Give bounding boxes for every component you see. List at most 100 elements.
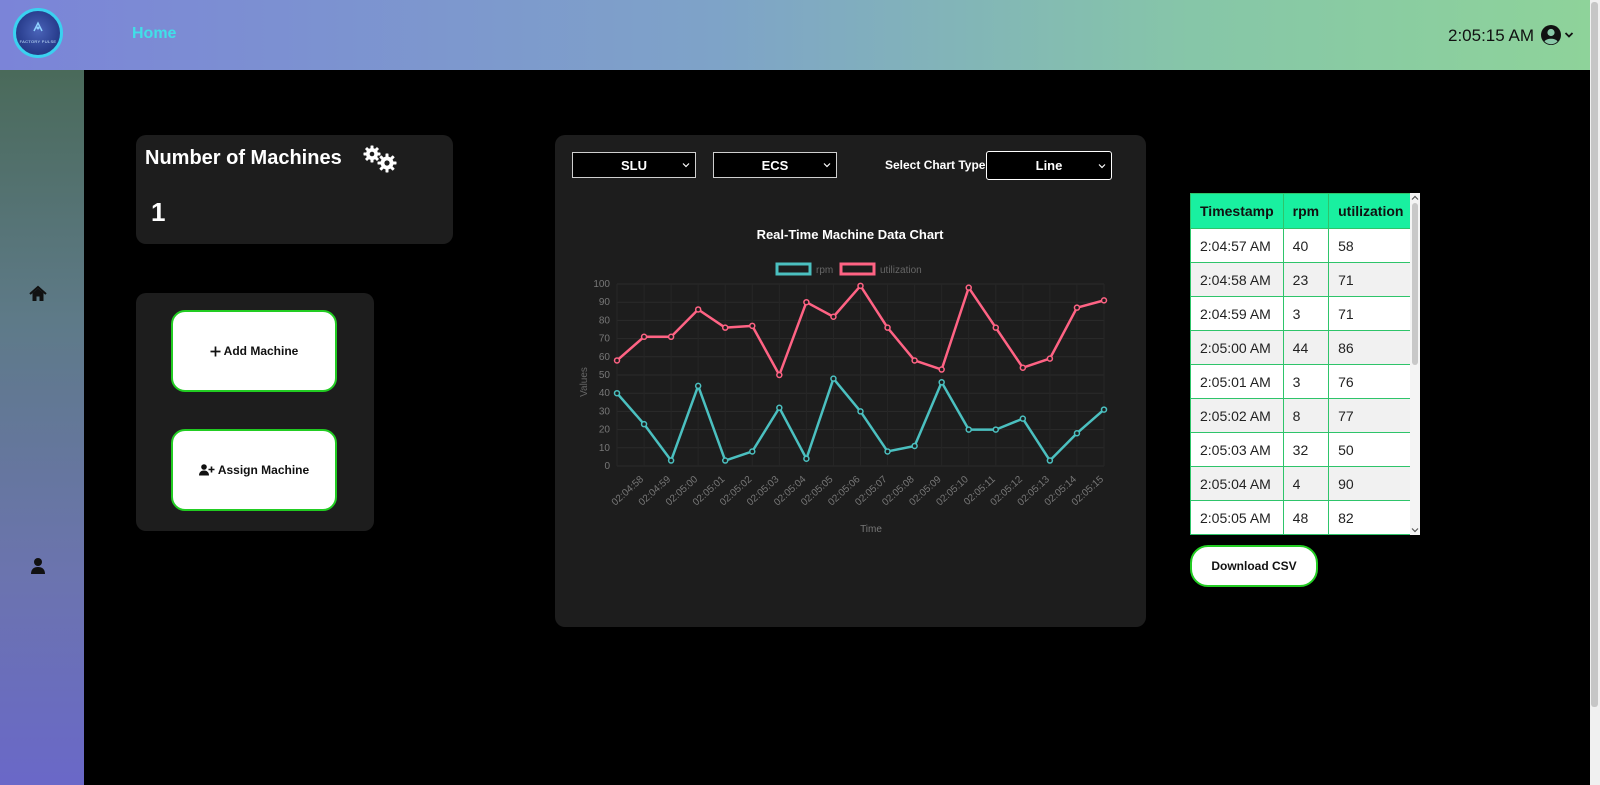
data-table-container[interactable]: Timestamp rpm utilization 2:04:57 AM 40 58… xyxy=(1190,193,1419,535)
y-tick-label: 100 xyxy=(593,279,610,290)
page-scrollbar-thumb[interactable] xyxy=(1591,2,1598,707)
nav-home-link[interactable]: Home xyxy=(132,25,176,43)
cell-utilization: 86 xyxy=(1328,330,1414,365)
x-tick-label: 02:05:15 xyxy=(1070,474,1107,509)
x-tick-label: 02:04:59 xyxy=(637,474,674,509)
chart-card: SLU ECS Select Chart Type Line Real-Time… xyxy=(555,135,1146,627)
cell-utilization: 50 xyxy=(1328,432,1414,467)
data-point-rpm xyxy=(613,389,621,397)
data-point-utilization xyxy=(776,371,783,379)
data-point-rpm xyxy=(938,379,945,386)
data-point-utilization xyxy=(857,282,864,290)
cell-rpm: 40 xyxy=(1282,228,1330,263)
data-point-utilization xyxy=(884,324,891,331)
x-tick-label: 02:05:12 xyxy=(989,474,1026,509)
cell-utilization: 58 xyxy=(1328,228,1414,263)
department-select-value: ECS xyxy=(761,157,789,173)
y-tick-label: 10 xyxy=(599,443,611,454)
cell-utilization: 90 xyxy=(1328,466,1414,501)
cell-timestamp: 2:05:01 AM xyxy=(1190,364,1284,399)
site-select[interactable]: SLU xyxy=(572,152,696,178)
table-header-row: Timestamp rpm utilization xyxy=(1190,193,1414,229)
cell-rpm: 3 xyxy=(1282,296,1330,331)
data-point-rpm xyxy=(911,442,918,450)
data-point-rpm xyxy=(694,382,702,390)
col-timestamp: Timestamp xyxy=(1190,193,1284,229)
table-row: 2:05:02 AM 8 77 xyxy=(1190,398,1414,433)
assign-machine-button[interactable]: Assign Machine xyxy=(171,429,337,511)
cell-utilization: 77 xyxy=(1328,398,1414,433)
data-point-utilization xyxy=(803,298,810,306)
data-point-utilization xyxy=(911,357,918,364)
logo-mark-icon xyxy=(33,21,43,32)
data-point-utilization xyxy=(992,324,1000,331)
data-table: Timestamp rpm utilization 2:04:57 AM 40 58… xyxy=(1190,193,1414,535)
user-plus-icon xyxy=(198,464,215,476)
y-tick-label: 20 xyxy=(599,425,611,436)
x-tick-label: 02:05:06 xyxy=(826,474,863,509)
chart-type-select[interactable]: Line xyxy=(986,151,1112,180)
cell-timestamp: 2:05:02 AM xyxy=(1190,398,1284,433)
table-row: 2:04:59 AM 3 71 xyxy=(1190,296,1414,331)
data-point-rpm xyxy=(1100,406,1108,413)
chevron-down-icon xyxy=(1098,164,1106,169)
x-tick-label: 02:05:11 xyxy=(962,474,998,508)
cell-utilization: 82 xyxy=(1328,500,1414,535)
cell-timestamp: 2:05:03 AM xyxy=(1190,432,1284,467)
y-tick-label: 90 xyxy=(599,297,611,308)
legend-swatch-utilization xyxy=(839,262,876,276)
x-tick-label: 02:05:01 xyxy=(691,474,728,509)
cell-timestamp: 2:04:59 AM xyxy=(1190,296,1284,331)
data-point-utilization xyxy=(721,324,729,331)
data-point-utilization xyxy=(1073,304,1081,311)
scroll-down-arrow-icon[interactable] xyxy=(1411,526,1419,534)
cell-rpm: 8 xyxy=(1282,398,1330,433)
col-utilization: utilization xyxy=(1328,193,1414,229)
data-point-utilization xyxy=(613,357,621,364)
add-machine-button[interactable]: Add Machine xyxy=(171,310,337,392)
x-tick-label: 02:05:13 xyxy=(1016,474,1053,509)
chevron-down-icon xyxy=(1564,32,1574,38)
cell-utilization: 76 xyxy=(1328,364,1414,399)
data-point-rpm xyxy=(965,426,972,433)
data-point-rpm xyxy=(1019,415,1027,422)
data-point-rpm xyxy=(803,455,810,462)
scroll-up-arrow-icon[interactable] xyxy=(1411,194,1419,202)
data-point-utilization xyxy=(1100,297,1108,304)
site-select-value: SLU xyxy=(621,157,647,173)
app-logo[interactable]: FACTORY PULSE xyxy=(13,8,63,58)
cell-utilization: 71 xyxy=(1328,296,1414,331)
header-clock: 2:05:15 AM xyxy=(1448,26,1535,45)
table-scrollbar-thumb[interactable] xyxy=(1412,203,1418,365)
table-row: 2:04:58 AM 23 71 xyxy=(1190,262,1414,297)
data-point-utilization xyxy=(640,333,648,341)
user-menu-button[interactable] xyxy=(1540,23,1580,47)
data-point-utilization xyxy=(965,284,972,291)
table-row: 2:05:00 AM 44 86 xyxy=(1190,330,1414,365)
series-line-utilization xyxy=(616,284,1105,377)
legend-label-rpm: rpm xyxy=(816,265,833,276)
x-tick-label: 02:05:14 xyxy=(1043,474,1080,509)
home-icon[interactable] xyxy=(28,284,48,304)
department-select[interactable]: ECS xyxy=(713,152,837,178)
data-point-utilization xyxy=(749,322,756,330)
gears-icon xyxy=(363,145,397,173)
table-row: 2:05:05 AM 48 82 xyxy=(1190,500,1414,535)
y-tick-label: 50 xyxy=(599,370,611,381)
y-tick-label: 0 xyxy=(604,461,610,472)
x-tick-label: 02:05:00 xyxy=(664,474,701,509)
data-point-utilization xyxy=(1019,364,1027,371)
cell-rpm: 32 xyxy=(1282,432,1330,467)
user-icon[interactable] xyxy=(28,556,48,576)
machines-count: 1 xyxy=(151,197,166,227)
table-row: 2:04:57 AM 40 58 xyxy=(1190,228,1414,263)
table-row: 2:05:04 AM 4 90 xyxy=(1190,466,1414,501)
download-csv-button[interactable]: Download CSV xyxy=(1190,545,1318,587)
data-point-rpm xyxy=(1046,457,1054,464)
data-point-utilization xyxy=(938,366,945,373)
cell-timestamp: 2:04:58 AM xyxy=(1190,262,1284,297)
series-line-rpm xyxy=(616,377,1105,462)
add-machine-label: Add Machine xyxy=(223,344,299,358)
x-tick-label: 02:05:03 xyxy=(745,474,782,509)
data-point-rpm xyxy=(884,448,891,455)
